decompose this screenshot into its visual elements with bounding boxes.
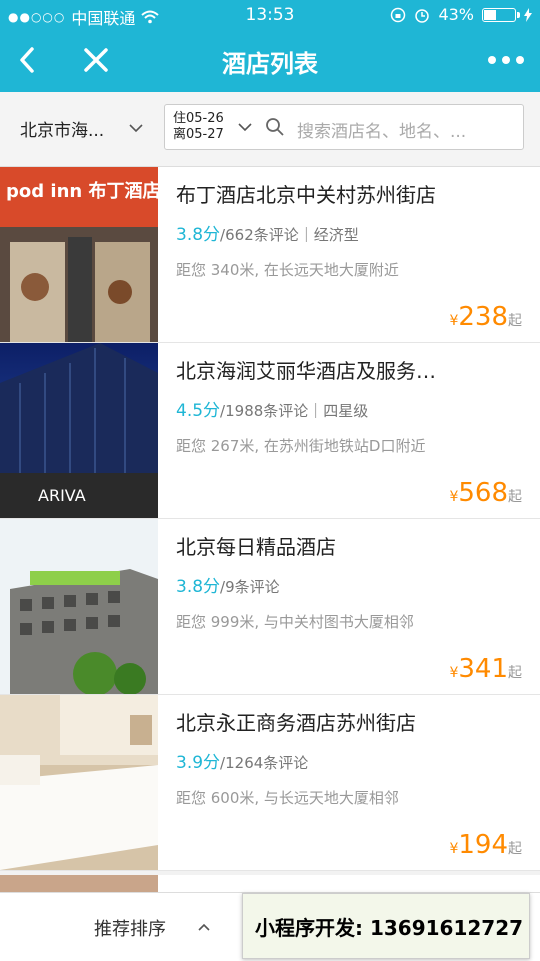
- hotel-card[interactable]: pod inn 布丁酒店 布丁酒店北京中关村苏州街店 3.8分/662条评论｜经…: [0, 167, 540, 343]
- chevron-up-icon[interactable]: [196, 919, 212, 935]
- hotel-photo: [0, 695, 158, 870]
- hotel-price: ¥238起: [449, 302, 522, 332]
- search-icon: [266, 118, 284, 136]
- hotel-distance: 距您 340米, 在长远天地大厦附近: [176, 261, 399, 279]
- hotel-card[interactable]: 北京每日精品酒店 3.8分/9条评论 距您 999米, 与中关村图书大厦相邻 ¥…: [0, 519, 540, 695]
- hotel-distance: 距您 999米, 与中关村图书大厦相邻: [176, 613, 414, 631]
- checkin-date: 住05-26: [173, 111, 224, 126]
- page-title: 酒店列表: [222, 50, 318, 78]
- hotel-photo: pod inn 布丁酒店: [0, 167, 158, 342]
- hotel-name: 布丁酒店北京中关村苏州街店: [176, 183, 436, 207]
- date-selector[interactable]: 住05-26 离05-27: [173, 111, 224, 143]
- hotel-score: 3.9分: [176, 753, 221, 773]
- hotel-price: ¥568起: [449, 478, 522, 508]
- hotel-score: 4.5分: [176, 401, 221, 421]
- hotel-distance: 距您 267米, 在苏州街地铁站D口附近: [176, 437, 426, 455]
- search-box[interactable]: 住05-26 离05-27 搜索酒店名、地名、...: [164, 104, 524, 150]
- charging-icon: [524, 7, 532, 22]
- bottom-bar: 推荐排序 小程序开发: 13691612727: [0, 892, 540, 961]
- more-icon[interactable]: [484, 40, 528, 80]
- hotel-card[interactable]: 北京永正商务酒店苏州街店 3.9分/1264条评论 距您 600米, 与长远天地…: [0, 695, 540, 871]
- hotel-sign-text: pod inn 布丁酒店: [6, 180, 158, 202]
- chevron-down-icon[interactable]: [237, 119, 253, 135]
- promo-text: 小程序开发: 13691612727: [255, 916, 524, 940]
- hotel-name: 北京海润艾丽华酒店及服务…: [176, 359, 436, 383]
- rotation-lock-icon: [391, 7, 406, 22]
- hotel-name: 北京永正商务酒店苏州街店: [176, 711, 416, 735]
- sort-button[interactable]: 推荐排序: [94, 915, 166, 941]
- hotel-price: ¥194起: [449, 830, 522, 860]
- hotel-price: ¥341起: [449, 654, 522, 684]
- city-selector[interactable]: 北京市海...: [20, 116, 104, 141]
- hotel-photo: [0, 519, 158, 694]
- building-sign-text: ARIVA: [38, 486, 86, 505]
- hotel-photo: ARIVA: [0, 343, 158, 518]
- hotel-score: 3.8分: [176, 577, 221, 597]
- status-bar: ●●○○○ 中国联通 13:53 43%: [0, 0, 540, 30]
- battery-icon: [482, 7, 520, 22]
- hotel-reviews: /1264条评论: [220, 754, 309, 772]
- hotel-card[interactable]: ARIVA 北京海润艾丽华酒店及服务… 4.5分/1988条评论｜四星级 距您 …: [0, 343, 540, 519]
- hotel-distance: 距您 600米, 与长远天地大厦相邻: [176, 789, 399, 807]
- nav-bar: 酒店列表: [0, 30, 540, 92]
- checkout-date: 离05-27: [173, 127, 224, 142]
- search-input[interactable]: 搜索酒店名、地名、...: [297, 117, 507, 142]
- hotel-reviews: /662条评论｜经济型: [220, 226, 359, 244]
- alarm-icon: [415, 8, 430, 23]
- hotel-list: pod inn 布丁酒店 布丁酒店北京中关村苏州街店 3.8分/662条评论｜经…: [0, 167, 540, 871]
- chevron-down-icon[interactable]: [128, 120, 144, 136]
- filter-bar: 北京市海... 住05-26 离05-27 搜索酒店名、地名、...: [0, 92, 540, 167]
- hotel-reviews: /9条评论: [220, 578, 280, 596]
- hotel-reviews: /1988条评论｜四星级: [220, 402, 369, 420]
- hotel-name: 北京每日精品酒店: [176, 535, 336, 559]
- battery-percent: 43%: [438, 5, 474, 24]
- hotel-score: 3.8分: [176, 225, 221, 245]
- promo-banner: 小程序开发: 13691612727: [242, 893, 530, 959]
